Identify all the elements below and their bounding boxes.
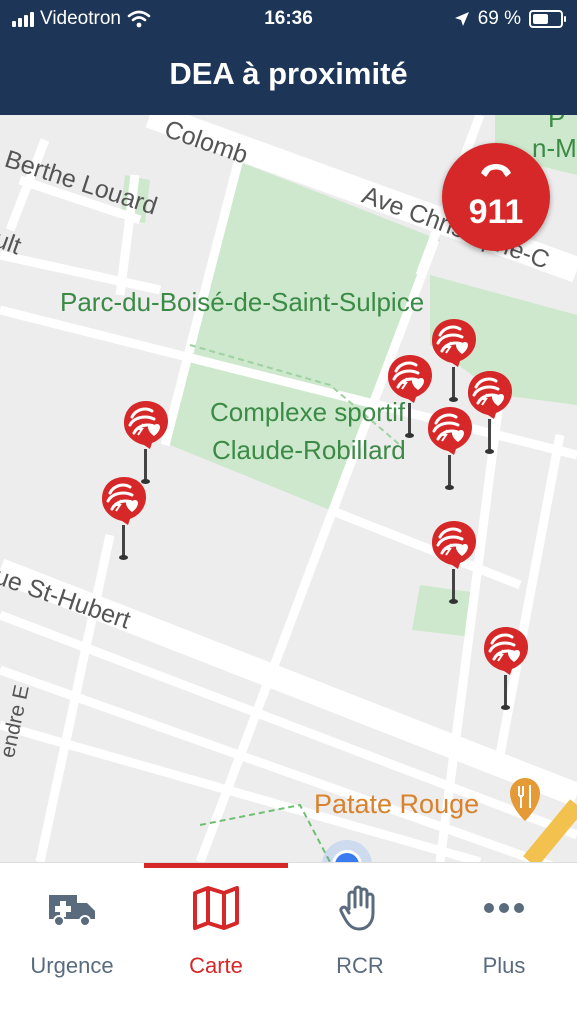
- call-911-label: 911: [468, 193, 524, 231]
- hand-icon: [339, 885, 375, 931]
- tab-rcr[interactable]: RCR: [288, 863, 432, 1025]
- active-tab-indicator: [144, 863, 288, 868]
- place-label-claude-robillard: Claude-Robillard: [212, 435, 406, 465]
- battery-fill: [533, 14, 548, 24]
- aed-marker[interactable]: [478, 623, 534, 713]
- place-label-nm: n-M: [532, 133, 577, 163]
- aed-marker[interactable]: [426, 517, 482, 607]
- page-title: DEA à proximité: [169, 56, 408, 91]
- battery-percent: 69 %: [477, 8, 521, 29]
- tab-bar: Urgence Carte RCR Plus: [0, 862, 577, 1025]
- map-view[interactable]: Berthe Louard Colomb Ave Christophe-C ul…: [0, 115, 577, 862]
- ambulance-icon: [49, 895, 95, 927]
- app-header: Videotron 16:36 69 % DEA à proximité: [0, 0, 577, 115]
- aed-marker[interactable]: [96, 473, 152, 563]
- tab-rcr-label: RCR: [336, 953, 384, 978]
- tab-urgence-label: Urgence: [30, 953, 114, 978]
- place-label-complexe: Complexe sportif: [210, 397, 406, 427]
- tab-plus[interactable]: Plus: [432, 863, 576, 1025]
- phone-icon: [481, 164, 511, 177]
- location-arrow-icon: [454, 12, 469, 26]
- tab-carte-label: Carte: [189, 953, 243, 978]
- tab-carte[interactable]: Carte: [144, 863, 288, 1025]
- map-icon: [193, 886, 239, 930]
- place-label-parc: Parc-du-Boisé-de-Saint-Sulpice: [60, 287, 425, 317]
- tab-urgence[interactable]: Urgence: [0, 863, 144, 1025]
- more-dots-icon: [484, 903, 524, 913]
- place-label-p: P: [548, 115, 566, 133]
- call-911-button[interactable]: 911: [442, 143, 550, 251]
- aed-marker[interactable]: [422, 403, 478, 493]
- status-right: 69 %: [454, 8, 566, 30]
- battery-icon: [529, 10, 566, 28]
- status-bar: Videotron 16:36 69 %: [0, 0, 577, 38]
- tab-plus-label: Plus: [482, 953, 526, 978]
- poi-label-patate-rouge[interactable]: Patate Rouge: [314, 789, 479, 820]
